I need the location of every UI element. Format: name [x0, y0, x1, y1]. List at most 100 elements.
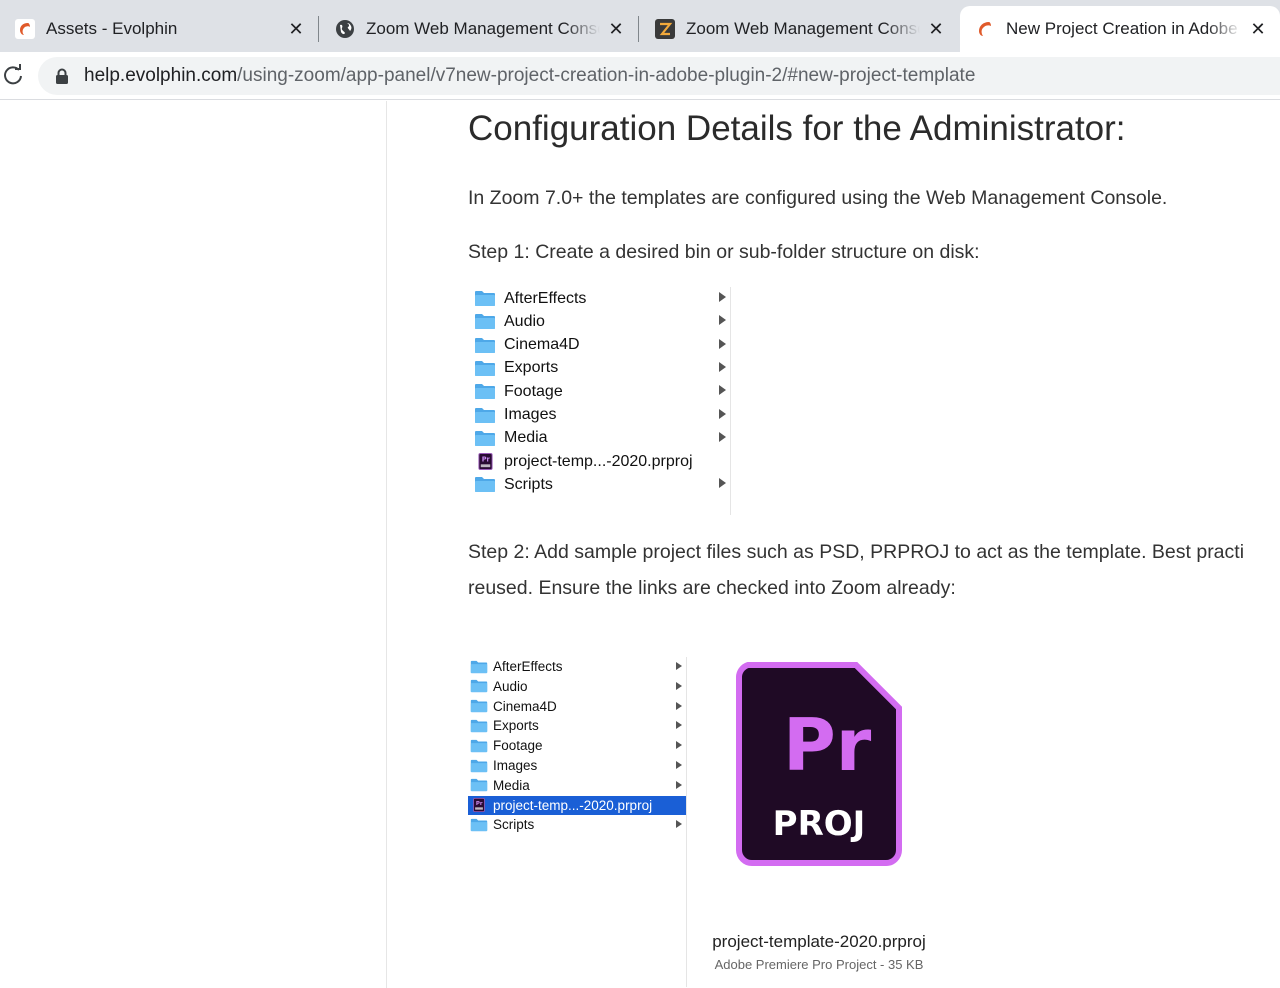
page-content: Configuration Details for the Administra… [0, 101, 1280, 988]
tab-title: Assets - Evolphin [46, 19, 178, 38]
finder-item-name: Scripts [504, 475, 553, 493]
tab-zoom-console-1[interactable]: Zoom Web Management Console ✕ [320, 6, 638, 52]
folder-icon [470, 679, 488, 694]
globe-icon [334, 18, 356, 40]
finder-item-name: AfterEffects [493, 659, 563, 674]
disclosure-arrow-icon [719, 478, 726, 489]
disclosure-arrow-icon [676, 820, 682, 829]
finder-folder-row: Exports [470, 357, 730, 380]
finder-folder-row: Scripts [468, 815, 686, 834]
folder-icon [474, 476, 496, 494]
step2-paragraph-line1: Step 2: Add sample project files such as… [468, 541, 1245, 563]
folder-icon [470, 758, 488, 773]
finder-item-name: Media [504, 429, 548, 447]
finder-item-name: Exports [504, 359, 559, 377]
folder-icon [470, 699, 488, 714]
finder-folder-row: Exports [468, 716, 686, 735]
finder-item-name: Audio [493, 678, 528, 694]
finder-folder-row: Footage [470, 380, 730, 403]
folder-icon [474, 359, 496, 377]
folder-icon [474, 383, 496, 401]
svg-text:Pr: Pr [481, 456, 490, 464]
url-path: /using-zoom/app-panel/v7new-project-crea… [237, 65, 976, 86]
tab-assets-evolphin[interactable]: Assets - Evolphin ✕ [0, 6, 318, 52]
finder-item-name: Audio [504, 312, 545, 330]
finder-item-name: Cinema4D [493, 698, 557, 714]
finder-folder-row: AfterEffects [468, 657, 686, 676]
finder-file-row: Pr project-temp...-2020.prproj [468, 795, 686, 815]
finder-folder-row: Scripts [470, 473, 730, 496]
column-divider [730, 287, 731, 515]
svg-text:Pr: Pr [476, 801, 483, 807]
lock-icon[interactable] [54, 67, 70, 85]
disclosure-arrow-icon [676, 741, 682, 750]
disclosure-arrow-icon [676, 701, 682, 710]
disclosure-arrow-icon [719, 361, 726, 372]
finder-screenshot-1: AfterEffects Audio Cinema4D Exports Footage I… [470, 287, 732, 515]
folder-icon [470, 718, 488, 733]
close-icon[interactable]: ✕ [286, 19, 306, 39]
finder-item-name: Cinema4D [504, 336, 580, 354]
finder-item-name: AfterEffects [504, 289, 587, 307]
finder-item-name: Media [493, 777, 530, 793]
finder-item-name: Footage [493, 738, 543, 754]
folder-icon [470, 817, 488, 832]
tab-zoom-console-2[interactable]: Zoom Web Management Console ✕ [640, 6, 958, 52]
preview-file-info: Adobe Premiere Pro Project - 35 KB [714, 957, 924, 972]
close-icon[interactable]: ✕ [606, 19, 626, 39]
disclosure-arrow-icon [719, 431, 726, 442]
url-text[interactable]: help.evolphin.com/using-zoom/app-panel/v… [84, 65, 975, 87]
tab-new-project-creation[interactable]: New Project Creation in Adobe Plugin ✕ [960, 6, 1280, 52]
evolphin-icon [14, 18, 36, 40]
disclosure-arrow-icon [719, 338, 726, 349]
disclosure-arrow-icon [676, 761, 682, 769]
preview-filename: project-template-2020.prproj [712, 932, 926, 951]
finder-item-name: Scripts [493, 817, 535, 833]
finder-folder-row: Footage [468, 736, 686, 755]
tab-title: New Project Creation in Adobe Plugin [1006, 19, 1242, 38]
evolphin-icon [974, 18, 996, 40]
premiere-project-icon: Pr PROJ [736, 662, 902, 866]
finder-item-name: project-temp...-2020.prproj [493, 797, 653, 813]
disclosure-arrow-icon [676, 721, 682, 730]
close-icon[interactable]: ✕ [926, 19, 946, 39]
close-icon[interactable]: ✕ [1248, 19, 1268, 39]
premiere-file-icon: Pr [474, 453, 496, 471]
sidebar-divider [386, 101, 387, 988]
finder-folder-row: Media [470, 427, 730, 450]
finder-folder-row: Cinema4D [470, 334, 730, 357]
disclosure-arrow-icon [719, 292, 726, 302]
tab-separator [638, 16, 639, 42]
address-bar[interactable]: help.evolphin.com/using-zoom/app-panel/v… [38, 57, 1280, 95]
step1-paragraph: Step 1: Create a desired bin or sub-fold… [468, 241, 980, 263]
url-host: help.evolphin.com [84, 65, 238, 86]
finder-item-name: Exports [493, 718, 539, 734]
finder-item-name: Images [504, 406, 557, 423]
finder-file-row: Pr project-temp...-2020.prproj [470, 450, 730, 473]
tab-title: Zoom Web Management Console [686, 19, 920, 38]
finder-folder-row: Audio [468, 677, 686, 696]
disclosure-arrow-icon [719, 408, 726, 419]
finder-folder-row: Audio [470, 310, 730, 333]
finder-item-name: Images [493, 758, 538, 773]
finder-item-name: project-temp...-2020.prproj [504, 452, 693, 470]
premiere-file-icon: Pr [470, 798, 488, 813]
page-title: Configuration Details for the Administra… [468, 109, 1126, 148]
finder-folder-row: AfterEffects [470, 287, 730, 310]
finder-folder-row: Media [468, 776, 686, 795]
finder-folder-row: Cinema4D [468, 697, 686, 716]
proj-label: PROJ [773, 804, 866, 844]
tab-strip: Assets - Evolphin ✕ Zoom Web Management … [0, 0, 1280, 52]
zoom-z-icon [654, 18, 676, 40]
tab-separator [318, 16, 319, 42]
pr-letters: Pr [783, 703, 872, 787]
disclosure-arrow-icon [719, 315, 726, 326]
folder-icon [474, 290, 496, 308]
finder-screenshot-2: AfterEffects Audio Cinema4D Exports Footage I… [468, 657, 688, 987]
folder-icon [470, 659, 488, 674]
reload-icon[interactable] [0, 62, 26, 88]
browser-toolbar: help.evolphin.com/using-zoom/app-panel/v… [0, 52, 1280, 100]
step2-paragraph-line2: reused. Ensure the links are checked int… [468, 577, 956, 599]
tab-title: Zoom Web Management Console [366, 19, 600, 38]
folder-icon [474, 313, 496, 331]
